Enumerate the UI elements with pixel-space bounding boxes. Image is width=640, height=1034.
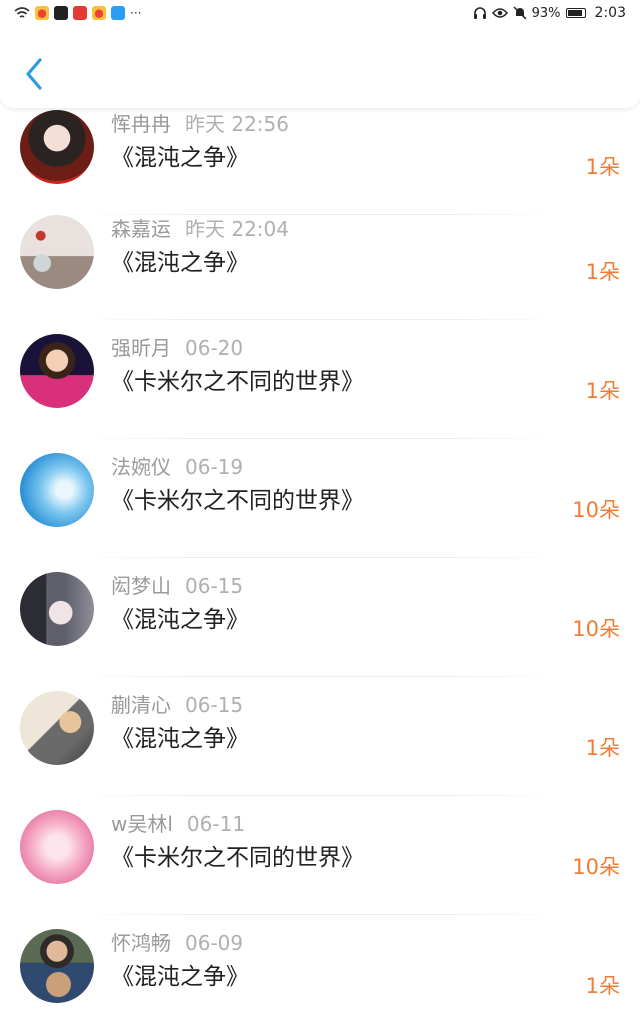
record-date: 昨天 22:56 [185,112,289,136]
record-date: 06-19 [185,455,244,479]
record-date: 06-20 [185,336,244,360]
record-date: 06-15 [185,693,244,717]
avatar[interactable] [20,572,94,646]
weibo-icon [35,6,49,20]
book-title: 《混沌之争》 [111,607,249,633]
book-title: 《混沌之争》 [111,250,249,276]
avatar[interactable] [20,453,94,527]
list-item[interactable]: w吴林l 06-11 《卡米尔之不同的世界》 10朵 [0,796,640,915]
book-title: 《混沌之争》 [111,726,249,752]
top-app-bar [0,26,640,108]
status-bar: ··· 93% 2:03 [0,0,640,26]
battery-icon [565,8,586,18]
weibo-icon-2 [92,6,106,20]
record-date: 06-09 [185,931,244,955]
record-date: 06-15 [185,574,244,598]
flower-amount: 1朵 [585,260,620,284]
more-notifications-icon: ··· [130,6,142,20]
user-name: 强昕月 [111,336,171,360]
mute-bell-icon [513,6,527,20]
avatar[interactable] [20,691,94,765]
book-title: 《卡米尔之不同的世界》 [111,845,364,871]
list-item[interactable]: 蒯清心 06-15 《混沌之争》 1朵 [0,677,640,796]
list-item[interactable]: 强昕月 06-20 《卡米尔之不同的世界》 1朵 [0,320,640,439]
flower-amount: 10朵 [572,855,620,879]
eye-icon [491,8,508,18]
flower-amount: 1朵 [585,155,620,179]
list-item[interactable]: 森嘉运 昨天 22:04 《混沌之争》 1朵 [0,201,640,320]
user-name: 闳梦山 [111,574,171,598]
clock: 2:03 [594,5,626,21]
avatar[interactable] [20,334,94,408]
book-title: 《混沌之争》 [111,145,249,171]
headphones-icon [473,7,486,19]
chevron-left-icon [26,58,42,90]
app-icon-blue [111,6,125,20]
flower-amount: 1朵 [585,379,620,403]
list-item[interactable]: 闳梦山 06-15 《混沌之争》 10朵 [0,558,640,677]
avatar[interactable] [20,110,94,184]
avatar[interactable] [20,810,94,884]
user-name: 恽冉冉 [111,112,171,136]
avatar[interactable] [20,215,94,289]
user-name: 法婉仪 [111,455,171,479]
flower-amount: 1朵 [585,736,620,760]
user-name: 怀鸿畅 [111,931,171,955]
list-item[interactable]: 怀鸿畅 06-09 《混沌之争》 1朵 [0,915,640,1034]
wifi-icon [14,6,30,18]
user-name: 森嘉运 [111,217,171,241]
flower-amount: 1朵 [585,974,620,998]
battery-percent: 93% [531,5,561,21]
list-item[interactable]: 法婉仪 06-19 《卡米尔之不同的世界》 10朵 [0,439,640,558]
avatar[interactable] [20,929,94,1003]
flower-amount: 10朵 [572,617,620,641]
flower-amount: 10朵 [572,498,620,522]
app-icon-red [73,6,87,20]
gift-record-list: 恽冉冉 昨天 22:56 《混沌之争》 1朵 森嘉运 昨天 22:04 《混沌之争》… [0,0,640,1024]
back-button[interactable] [22,56,48,92]
record-date: 昨天 22:04 [185,217,289,241]
record-date: 06-11 [186,812,246,836]
app-icon-black [54,6,68,20]
user-name: w吴林l [111,812,173,836]
list-item[interactable]: 恽冉冉 昨天 22:56 《混沌之争》 1朵 [0,96,640,215]
book-title: 《卡米尔之不同的世界》 [111,488,364,514]
book-title: 《混沌之争》 [111,964,249,990]
book-title: 《卡米尔之不同的世界》 [111,369,364,395]
user-name: 蒯清心 [111,693,171,717]
